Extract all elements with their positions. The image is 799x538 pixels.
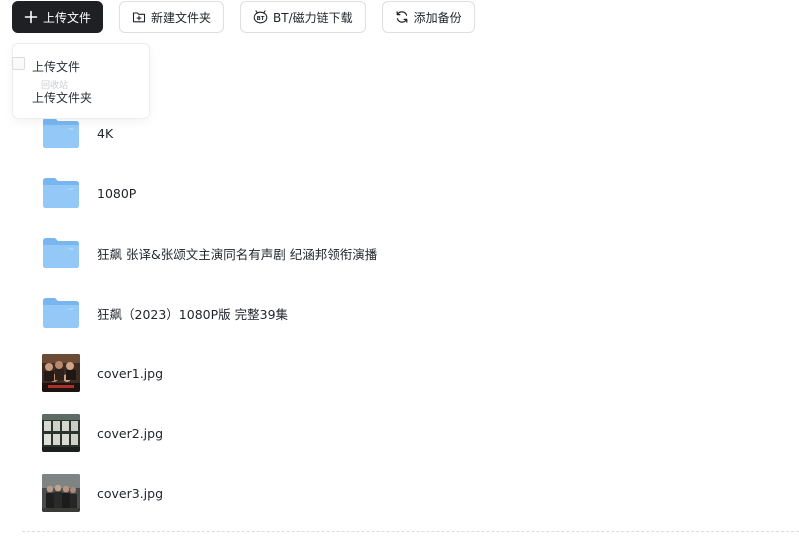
folder-icon <box>42 294 80 332</box>
folder-plus-icon <box>132 10 146 24</box>
file-manager-page: 上传文件 新建文件夹 BT BT/磁力链下载 添加备份 回收站 上传文件 上传文… <box>0 0 799 538</box>
image-thumbnail <box>42 414 80 452</box>
image-thumbnail <box>42 474 80 512</box>
bt-magnet-download-label: BT/磁力链下载 <box>273 10 353 25</box>
upload-button-label: 上传文件 <box>43 10 92 25</box>
list-bottom-divider <box>22 531 799 532</box>
bt-magnet-download-button[interactable]: BT BT/磁力链下载 <box>240 1 366 33</box>
toolbar: 上传文件 新建文件夹 BT BT/磁力链下载 添加备份 <box>12 1 491 33</box>
file-name: 4K <box>97 125 114 141</box>
folder-icon <box>42 234 80 272</box>
menu-item-upload-folder[interactable]: 上传文件夹 <box>32 89 92 106</box>
upload-dropdown-menu: 回收站 上传文件 上传文件夹 <box>12 43 150 119</box>
list-item-image[interactable]: cover2.jpg <box>42 403 782 463</box>
bt-icon: BT <box>253 10 268 24</box>
file-name: 1080P <box>97 185 137 201</box>
menu-item-upload-file[interactable]: 上传文件 <box>32 58 80 75</box>
file-name: 狂飙 张译&张颂文主演同名有声剧 纪涵邦领衔演播 <box>97 246 378 262</box>
file-name: cover3.jpg <box>97 485 164 501</box>
file-name: cover2.jpg <box>97 425 164 441</box>
svg-text:BT: BT <box>257 16 265 22</box>
list-item-image[interactable]: cover3.jpg <box>42 463 782 523</box>
list-item-folder[interactable]: 狂飙（2023）1080P版 完整39集 <box>42 283 782 343</box>
list-item-image[interactable]: cover1.jpg <box>42 343 782 403</box>
list-item-folder[interactable]: 狂飙 张译&张颂文主演同名有声剧 纪涵邦领衔演播 <box>42 223 782 283</box>
add-backup-label: 添加备份 <box>413 10 462 25</box>
image-thumbnail <box>42 354 80 392</box>
list-item-folder[interactable]: 1080P <box>42 163 782 223</box>
sync-icon <box>395 10 409 24</box>
add-backup-button[interactable]: 添加备份 <box>381 1 475 33</box>
file-name: 狂飙（2023）1080P版 完整39集 <box>97 306 289 322</box>
file-name: cover1.jpg <box>97 365 164 381</box>
new-folder-button-label: 新建文件夹 <box>151 10 212 25</box>
new-folder-button[interactable]: 新建文件夹 <box>119 1 225 33</box>
select-all-checkbox[interactable] <box>12 57 25 70</box>
upload-button[interactable]: 上传文件 <box>12 1 104 33</box>
folder-icon <box>42 174 80 212</box>
file-list: 4K 1080P 狂飙 张译&张颂文主演同名有声剧 纪涵邦领衔演播 狂飙（202… <box>42 103 782 523</box>
plus-icon <box>24 10 38 24</box>
list-item-folder[interactable]: 4K <box>42 103 782 163</box>
folder-icon <box>42 114 80 152</box>
